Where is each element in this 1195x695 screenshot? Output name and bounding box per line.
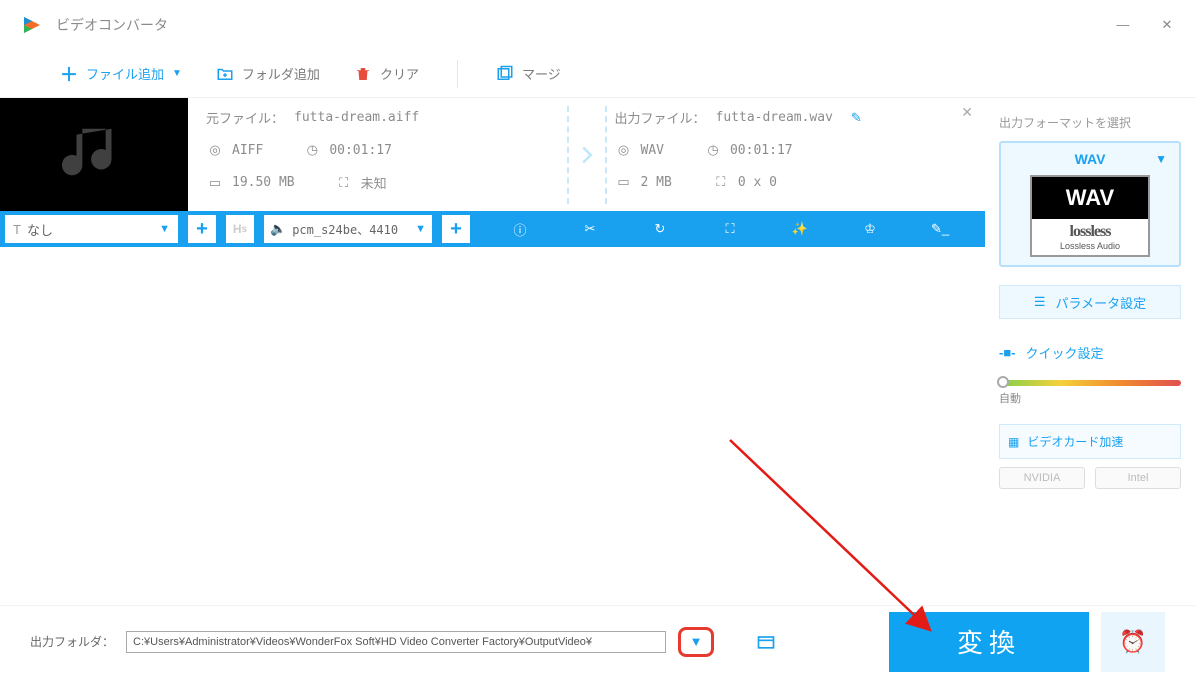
source-size: 19.50 MB — [232, 175, 295, 190]
nvidia-badge: NVIDIA — [999, 467, 1085, 489]
output-folder-label: 出力フォルダ： — [30, 633, 114, 650]
clock-icon: ◷ — [704, 141, 722, 159]
close-button[interactable]: ✕ — [1159, 17, 1175, 33]
output-size: 2 MB — [641, 175, 672, 190]
format-icon: ◎ — [206, 141, 224, 159]
sliders-icon: ☰ — [1034, 294, 1046, 310]
convert-button[interactable]: 変換 — [889, 612, 1089, 672]
parameter-label: パラメータ設定 — [1056, 293, 1147, 312]
clear-button[interactable]: クリア — [354, 64, 419, 83]
options-bar: T なし ▼ + Hs 🔈 pcm_s24be、4410 ▼ + ⓘ ✂ ↻ ⛶… — [0, 211, 985, 247]
output-resolution: 0 x 0 — [738, 175, 777, 190]
add-file-label: ファイル追加 — [86, 64, 164, 83]
add-audio-button[interactable]: + — [441, 214, 471, 244]
slider-knob[interactable] — [997, 376, 1009, 388]
gpu-accel-toggle[interactable]: ▦ ビデオカード加速 — [999, 424, 1181, 459]
selected-format-label: WAV — [1075, 151, 1106, 167]
dimension-icon: ⛶ — [335, 174, 353, 192]
main-toolbar: ＋ ファイル追加 ▼ フォルダ追加 クリア マージ — [0, 50, 1195, 98]
audio-codec-select[interactable]: 🔈 pcm_s24be、4410 ▼ — [263, 214, 433, 244]
browse-folder-icon[interactable] — [756, 632, 776, 652]
titlebar: ビデオコンバータ — ✕ — [0, 0, 1195, 50]
edit-tool-icon[interactable]: ✎_ — [929, 218, 951, 240]
add-file-button[interactable]: ＋ ファイル追加 ▼ — [60, 61, 182, 87]
rotate-icon[interactable]: ↻ — [649, 218, 671, 240]
output-duration: 00:01:17 — [730, 143, 793, 158]
dimension-icon: ⛶ — [712, 173, 730, 191]
cut-icon[interactable]: ✂ — [579, 218, 601, 240]
folder-plus-icon — [216, 65, 234, 83]
add-folder-label: フォルダ追加 — [242, 64, 320, 83]
subtitle-value: なし — [27, 220, 53, 239]
minimize-button[interactable]: — — [1115, 17, 1131, 33]
watermark-icon[interactable]: ♔ — [859, 218, 881, 240]
schedule-button[interactable]: ⏰ — [1101, 612, 1165, 672]
format-tile: WAV lossless Lossless Audio — [1030, 175, 1150, 257]
size-icon: ▭ — [615, 173, 633, 191]
path-dropdown-button[interactable]: ▼ — [678, 627, 714, 657]
hardsub-button[interactable]: Hs — [225, 214, 255, 244]
output-file-label: 出力ファイル： — [615, 108, 706, 127]
chip-icon: ▦ — [1008, 435, 1019, 449]
parameter-settings-button[interactable]: ☰ パラメータ設定 — [999, 285, 1181, 319]
source-column: 元ファイル： futta-dream.aiff ◎AIFF ◷00:01:17 … — [198, 106, 567, 203]
auto-label: 自動 — [999, 390, 1181, 406]
crop-icon[interactable]: ⛶ — [719, 218, 741, 240]
chevron-down-icon: ▼ — [159, 223, 170, 235]
music-note-icon — [59, 120, 129, 190]
trash-icon — [354, 65, 372, 83]
add-subtitle-button[interactable]: + — [187, 214, 217, 244]
format-icon: ◎ — [615, 141, 633, 159]
gpu-label: ビデオカード加速 — [1027, 433, 1123, 450]
remove-file-button[interactable]: ✕ — [961, 104, 973, 121]
effects-icon[interactable]: ✨ — [789, 218, 811, 240]
quick-settings-header: -■- クイック設定 — [999, 343, 1181, 362]
format-sidebar: 出力フォーマットを選択 WAV ▼ WAV lossless Lossless … — [985, 98, 1195, 605]
merge-button[interactable]: マージ — [496, 64, 561, 83]
output-path-input[interactable] — [126, 631, 666, 653]
file-card: ✕ 元ファイル： futta-dream.aiff ◎ AIFF ◷ 00:01:1… — [0, 98, 985, 211]
subtitle-select[interactable]: T なし ▼ — [4, 214, 179, 244]
clear-label: クリア — [380, 64, 419, 83]
format-big-label: WAV — [1032, 177, 1148, 219]
bottom-bar: 出力フォルダ： ▼ 変換 ⏰ — [0, 605, 1195, 677]
output-column: 出力ファイル： futta-dream.wav ✎ ◎ WAV ◷ 00:01:17… — [607, 106, 976, 203]
format-selector[interactable]: WAV ▼ WAV lossless Lossless Audio — [999, 141, 1181, 267]
merge-icon — [496, 65, 514, 83]
sidebar-title: 出力フォーマットを選択 — [999, 114, 1181, 131]
merge-label: マージ — [522, 64, 561, 83]
source-file-label: 元ファイル： — [206, 108, 284, 127]
chevron-down-icon: ▼ — [1155, 152, 1167, 166]
size-icon: ▭ — [206, 174, 224, 192]
lossless-sub: Lossless Audio — [1036, 241, 1144, 251]
dash-icon: -■- — [999, 345, 1016, 360]
info-icon[interactable]: ⓘ — [509, 218, 531, 240]
clock-icon: ◷ — [303, 141, 321, 159]
output-file-name: futta-dream.wav — [716, 110, 833, 125]
add-folder-button[interactable]: フォルダ追加 — [216, 64, 320, 83]
source-format: AIFF — [232, 143, 263, 158]
conversion-arrow — [567, 106, 607, 203]
source-resolution: 未知 — [361, 173, 387, 192]
chevron-down-icon: ▼ — [172, 68, 182, 79]
quick-settings-label: クイック設定 — [1026, 343, 1104, 362]
separator — [457, 60, 458, 88]
quality-slider[interactable] — [999, 380, 1181, 386]
intel-badge: Intel — [1095, 467, 1181, 489]
source-file-name: futta-dream.aiff — [294, 110, 419, 125]
window-title: ビデオコンバータ — [56, 15, 168, 35]
lossless-label: lossless — [1036, 223, 1144, 241]
plus-icon: ＋ — [60, 61, 78, 87]
file-thumbnail[interactable] — [0, 98, 188, 211]
output-format: WAV — [641, 143, 664, 158]
audio-codec-value: pcm_s24be、4410 — [292, 221, 398, 238]
app-logo-icon — [20, 13, 44, 37]
source-duration: 00:01:17 — [329, 143, 392, 158]
chevron-down-icon: ▼ — [415, 223, 426, 235]
edit-icon[interactable]: ✎ — [851, 110, 862, 126]
